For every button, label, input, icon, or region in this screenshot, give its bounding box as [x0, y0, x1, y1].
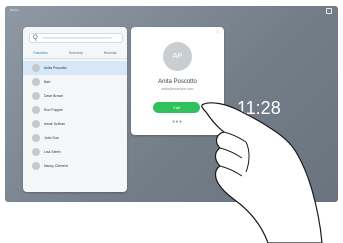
avatar [32, 92, 40, 100]
contact-name: Dave Brown [44, 94, 64, 98]
contact-name: Anita Poscotto [44, 66, 67, 70]
tab-directory[interactable]: Directory [69, 49, 83, 57]
settings-icon[interactable] [326, 8, 332, 14]
contact-detail-card: ☆ AP Anita Poscotto anita@example.com Ca… [131, 27, 224, 135]
call-button[interactable]: Call [153, 102, 200, 113]
search-input[interactable]: Q [29, 33, 123, 43]
avatar [32, 64, 40, 72]
contact-tabs: Favorites Directory Recents [23, 49, 127, 57]
contact-name: Irmak Gulhan [44, 122, 66, 126]
search-placeholder-bar [42, 37, 112, 39]
tab-divider [23, 58, 127, 59]
contact-name: Bart [44, 80, 51, 84]
list-item[interactable]: John Doe [23, 131, 127, 145]
avatar [32, 78, 40, 86]
avatar [32, 162, 40, 170]
touch-screen: Webex Q Favorites Directory Recents Anit… [5, 6, 338, 202]
avatar [32, 106, 40, 114]
list-item[interactable]: Lisa Steen [23, 145, 127, 159]
avatar [32, 120, 40, 128]
list-item[interactable]: Nancy Clement [23, 159, 127, 173]
contacts-panel: Q Favorites Directory Recents Anita Posc… [23, 27, 127, 192]
contact-name: John Doe [44, 136, 59, 140]
tab-favorites[interactable]: Favorites [33, 49, 47, 57]
list-item[interactable]: Irmak Gulhan [23, 117, 127, 131]
more-options-icon[interactable]: ••• [131, 119, 224, 126]
contact-name: Lisa Steen [44, 150, 61, 154]
avatar [32, 148, 40, 156]
clock-time: 11:28 [237, 98, 281, 118]
contact-name: Nancy Clement [44, 164, 68, 168]
list-item[interactable]: Bart [23, 75, 127, 89]
contact-avatar: AP [163, 42, 192, 71]
list-item[interactable]: Dave Brown [23, 89, 127, 103]
tab-recents[interactable]: Recents [104, 49, 117, 57]
topbar-label: Webex [10, 8, 20, 12]
contact-list: Anita Poscotto Bart Dave Brown Ron Puppe… [23, 61, 127, 173]
list-item[interactable]: Ron Puppet [23, 103, 127, 117]
list-item[interactable]: Anita Poscotto [23, 61, 127, 75]
detail-contact-address: anita@example.com [161, 87, 194, 91]
search-icon: Q [33, 35, 38, 41]
detail-contact-name: Anita Poscotto [158, 79, 197, 85]
avatar [32, 134, 40, 142]
favorite-star-icon[interactable]: ☆ [215, 30, 220, 35]
contact-name: Ron Puppet [44, 108, 63, 112]
